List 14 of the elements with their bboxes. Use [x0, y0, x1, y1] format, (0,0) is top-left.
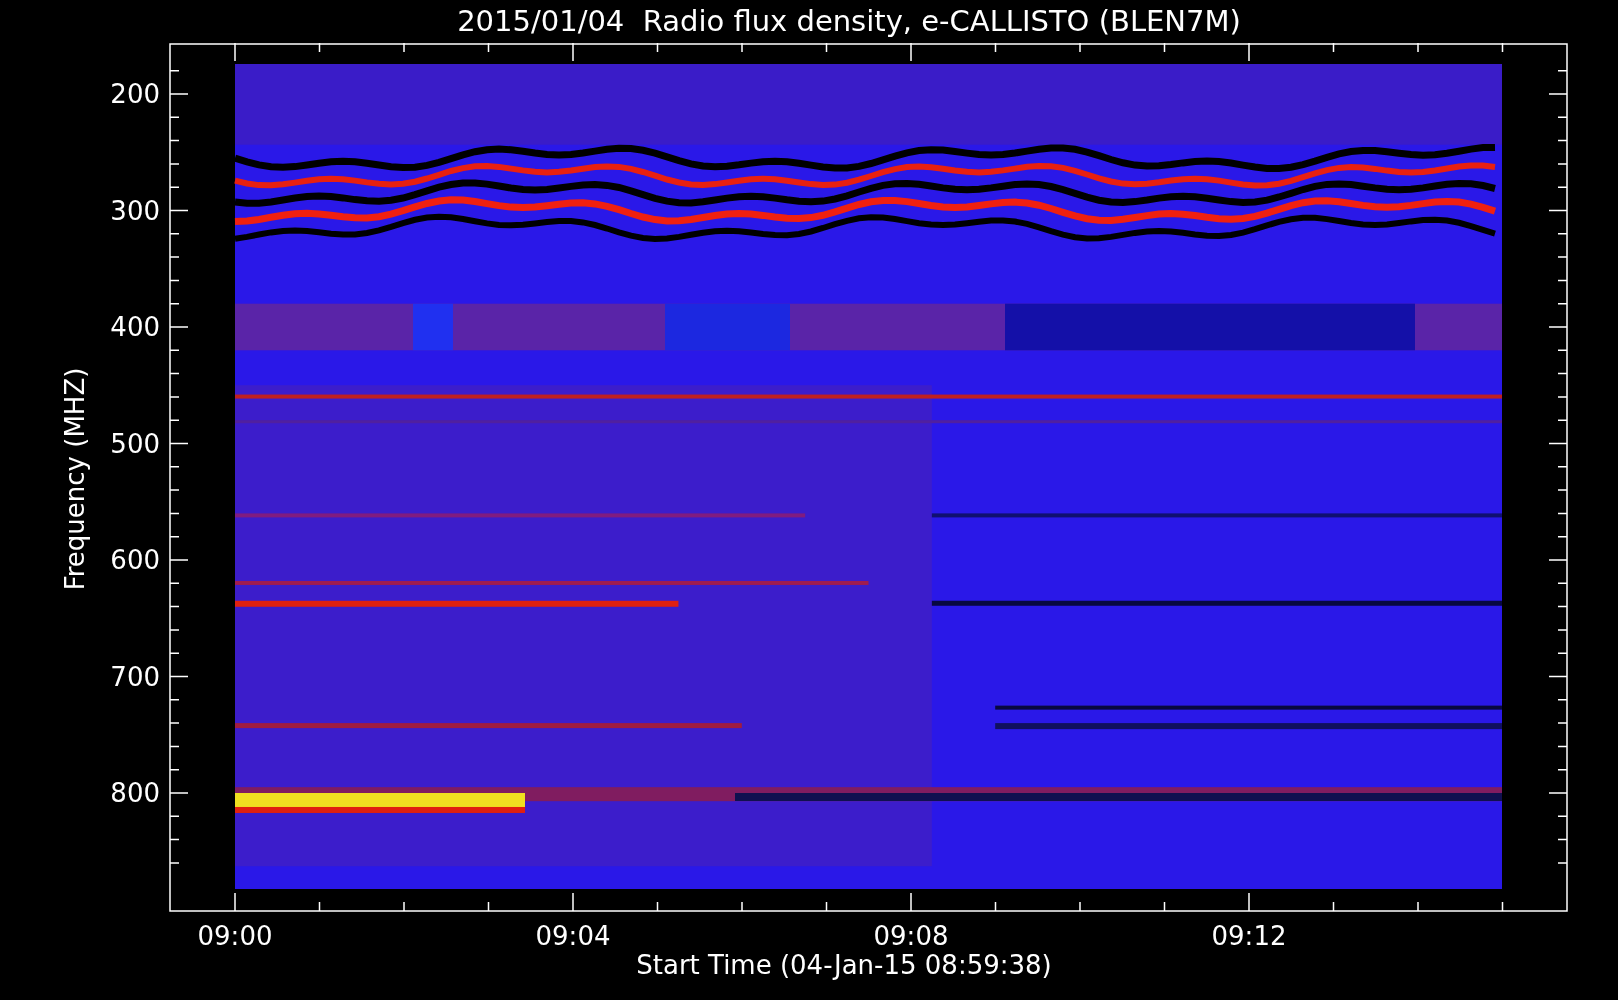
tick-label: 600: [110, 545, 160, 575]
plot-title: 2015/01/04 Radio flux density, e-CALLISTO (BLEN7M): [457, 7, 1241, 36]
tick-label: 700: [110, 661, 160, 692]
tick-label: 09:04: [535, 921, 611, 948]
tick-label: 09:00: [197, 921, 273, 948]
x-axis-label: Start Time (04-Jan-15 08:59:38): [636, 952, 1052, 978]
tick-label: 09:12: [1211, 921, 1287, 948]
tick-label: 09:08: [873, 921, 949, 948]
tick-label: 800: [110, 778, 160, 808]
tick-label: 500: [110, 428, 160, 459]
tick-label: 400: [110, 312, 160, 342]
y-axis-label: Frequency (MHZ): [60, 367, 90, 591]
tick-label: 300: [110, 195, 160, 226]
tick-label: 200: [110, 79, 160, 109]
